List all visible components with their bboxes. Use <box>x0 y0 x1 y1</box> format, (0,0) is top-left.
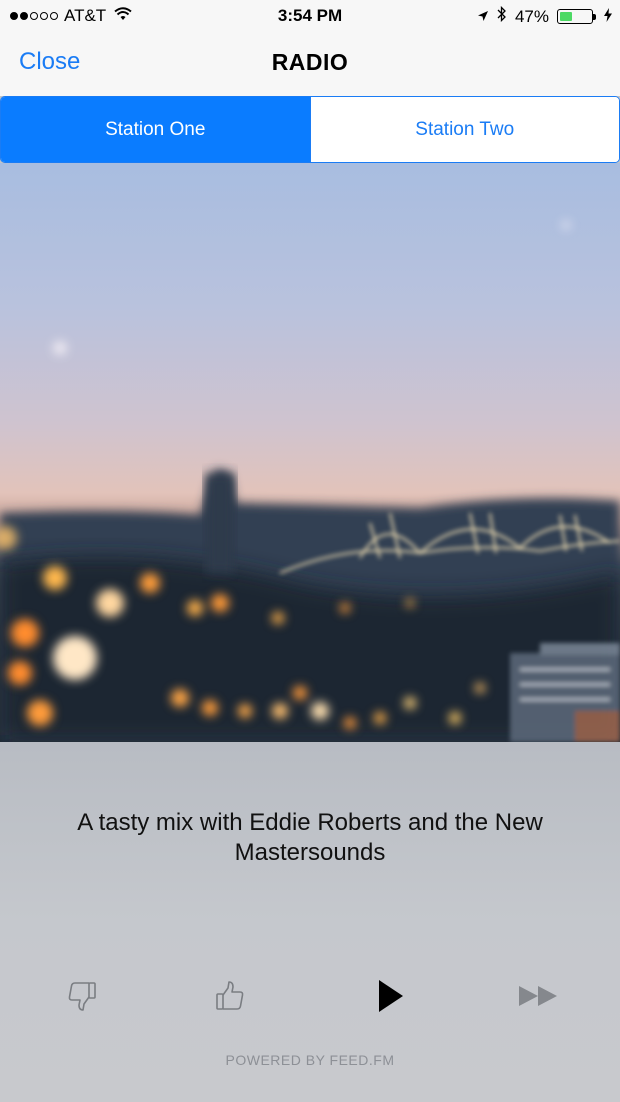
charging-bolt-icon <box>604 7 612 27</box>
play-button[interactable] <box>370 978 410 1018</box>
tab-station-two[interactable]: Station Two <box>309 97 619 162</box>
powered-by-label: POWERED BY FEED.FM <box>225 1052 395 1068</box>
skip-forward-icon <box>517 983 561 1014</box>
station-artwork-image <box>0 163 620 742</box>
thumbs-up-icon <box>213 979 247 1018</box>
player-controls <box>0 978 620 1020</box>
play-icon <box>375 978 405 1019</box>
thumbs-down-icon <box>65 979 99 1018</box>
battery-nub <box>593 13 596 20</box>
player-panel: A tasty mix with Eddie Roberts and the N… <box>0 742 620 1102</box>
bluetooth-icon <box>497 5 507 27</box>
dislike-button[interactable] <box>62 978 102 1018</box>
location-arrow-icon <box>477 7 489 27</box>
track-title: A tasty mix with Eddie Roberts and the N… <box>77 809 543 866</box>
like-button[interactable] <box>210 978 250 1018</box>
page-title: RADIO <box>271 49 349 75</box>
status-bar: AT&T 3:54 PM 47% <box>0 0 620 34</box>
navigation-bar: Close RADIO <box>0 34 620 96</box>
status-right: 47% <box>477 5 612 27</box>
battery-percent: 47% <box>514 6 549 26</box>
station-segmented-control: Station One Station Two <box>0 96 620 163</box>
tab-station-one[interactable]: Station One <box>1 97 310 162</box>
skip-button[interactable] <box>516 978 562 1018</box>
battery-level-fill <box>560 12 572 21</box>
battery-icon <box>557 9 593 24</box>
